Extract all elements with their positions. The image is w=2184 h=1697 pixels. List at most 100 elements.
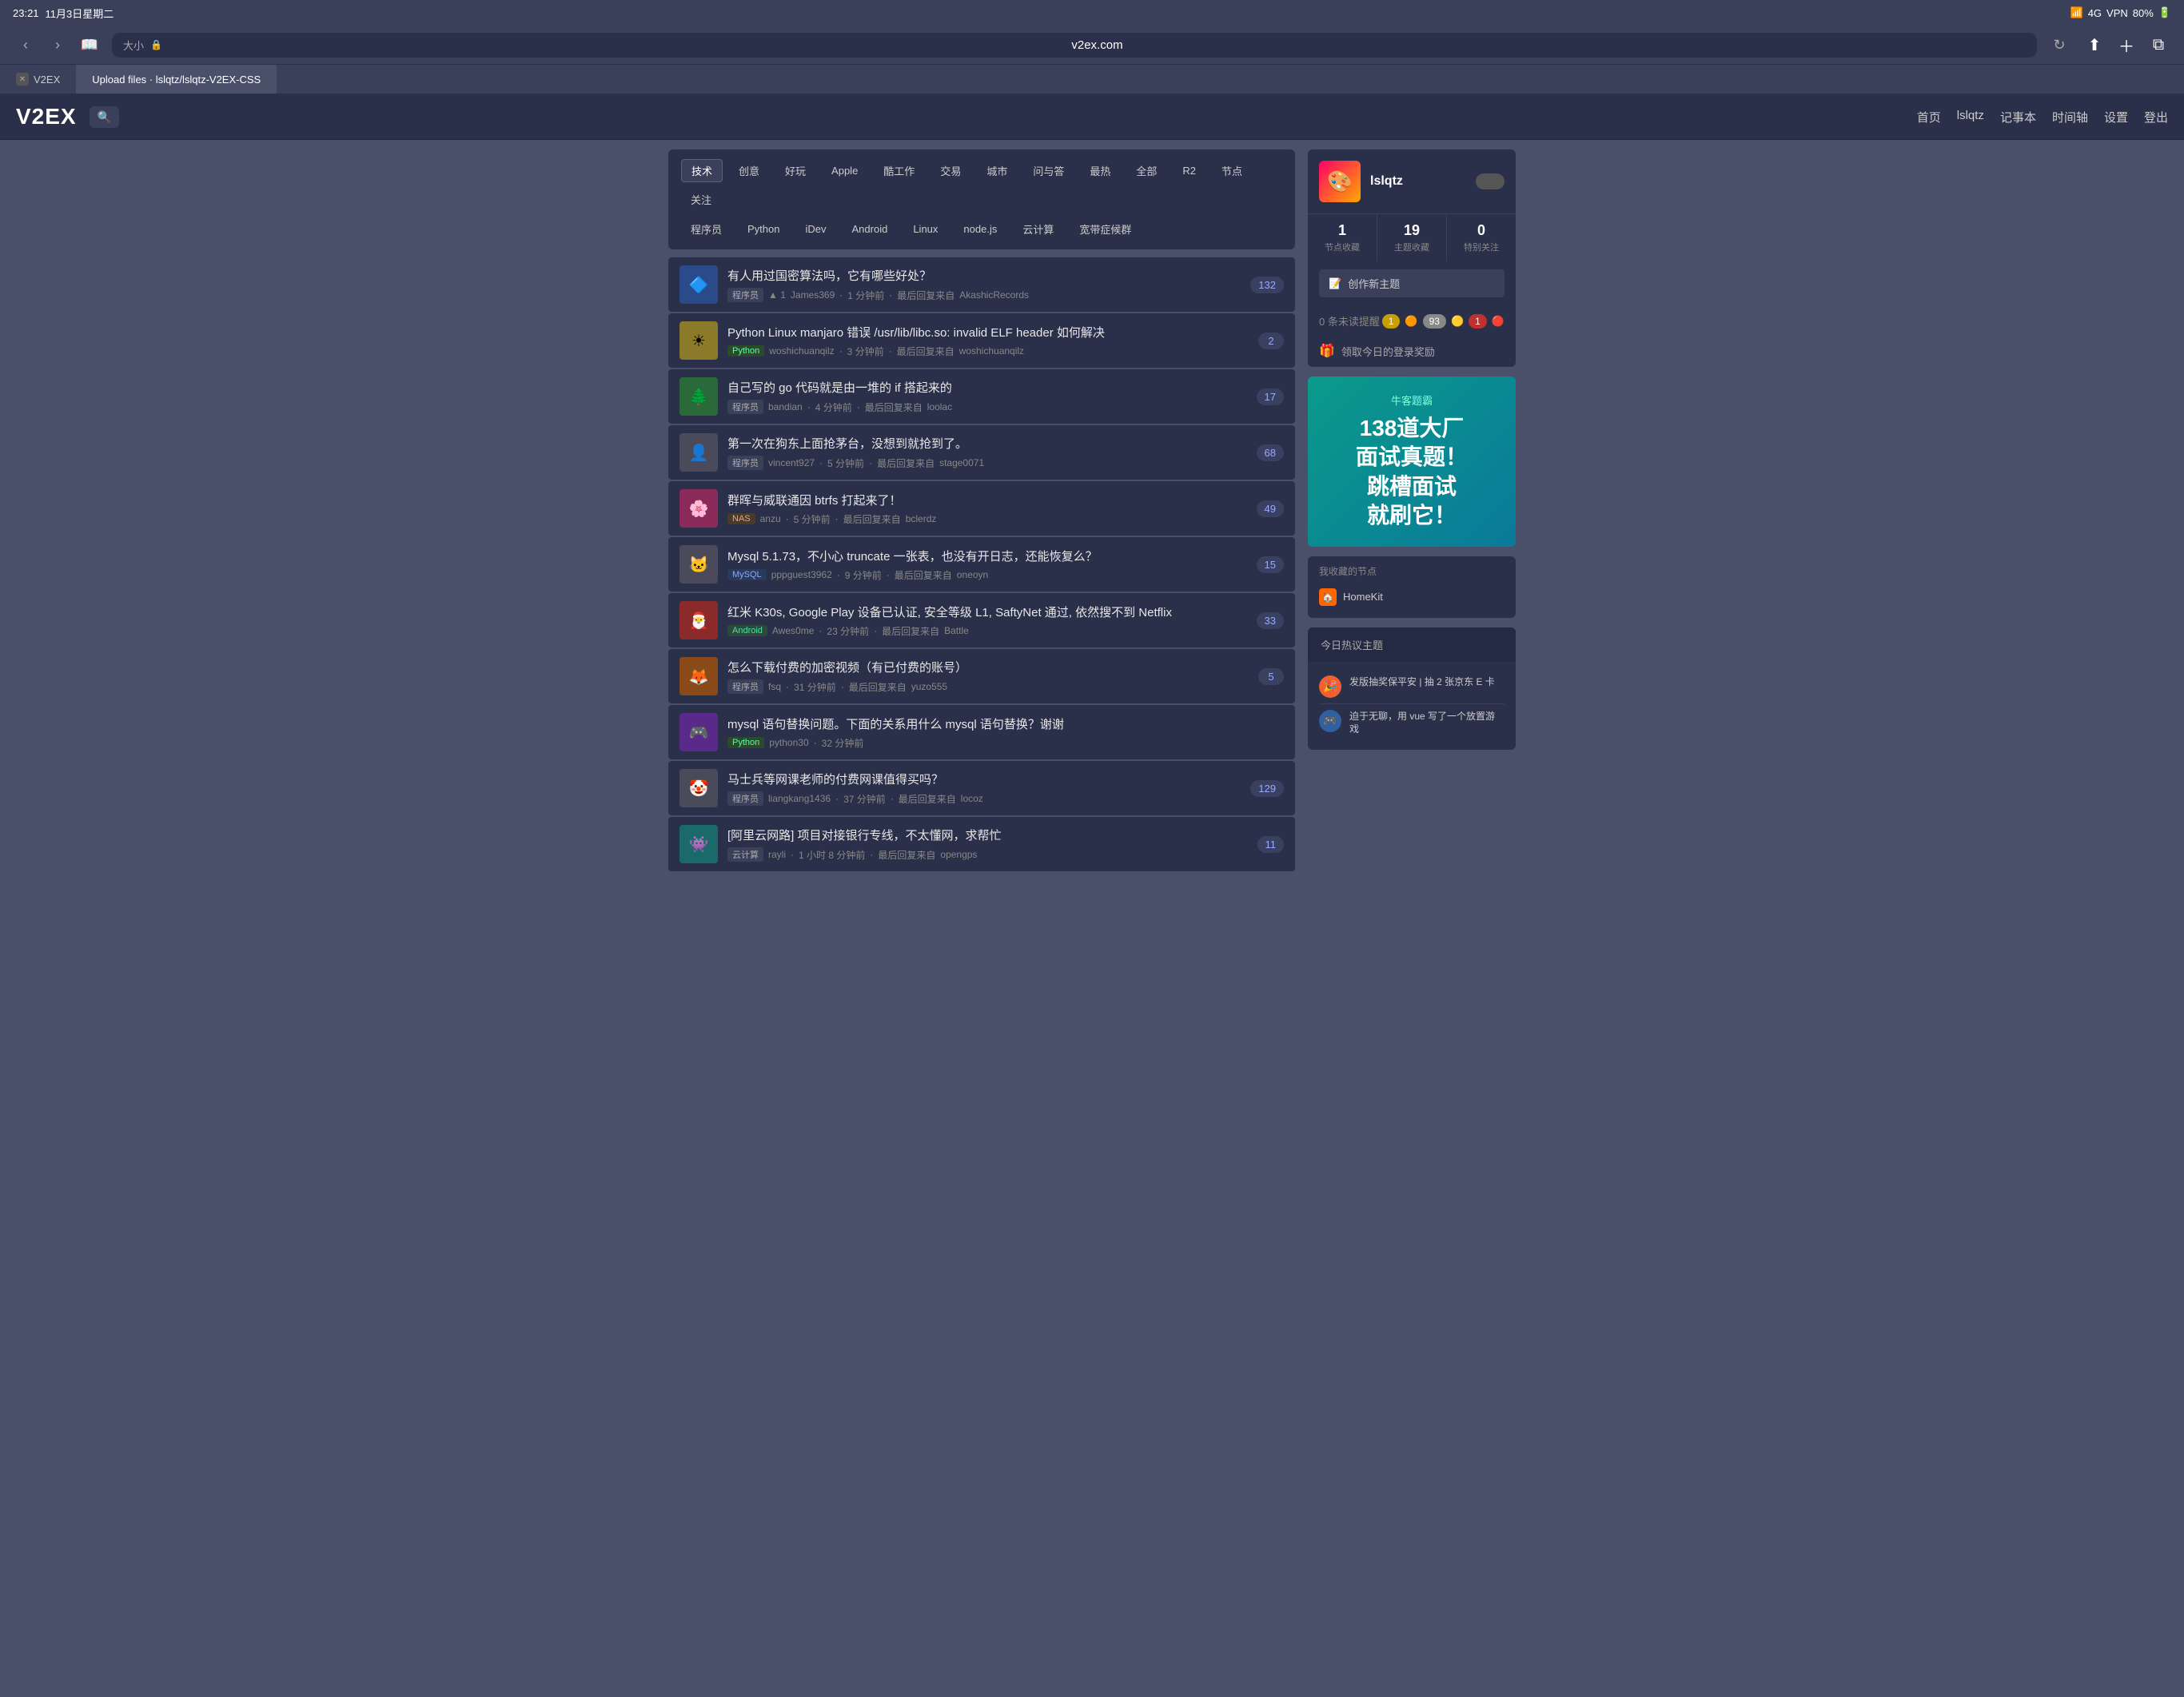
cat-tech[interactable]: 技术 — [681, 159, 723, 182]
cat-qa[interactable]: 问与答 — [1023, 160, 1074, 181]
node-tag[interactable]: Python — [727, 345, 764, 357]
last-reply-user[interactable]: Battle — [944, 625, 969, 636]
author[interactable]: pppguest3962 — [771, 569, 832, 580]
node-tag[interactable]: 程序员 — [727, 288, 763, 302]
cat-fun[interactable]: 好玩 — [775, 160, 815, 181]
site-logo[interactable]: V2EX — [16, 104, 77, 129]
topic-title[interactable]: Python Linux manjaro 错误 /usr/lib/libc.so… — [727, 324, 1249, 341]
cat-broadband[interactable]: 宽带症候群 — [1070, 218, 1141, 240]
reply-count[interactable]: 5 — [1258, 668, 1284, 685]
author[interactable]: anzu — [760, 513, 781, 524]
author[interactable]: bandian — [768, 401, 803, 412]
cat-android[interactable]: Android — [843, 220, 898, 238]
forward-button[interactable]: › — [45, 32, 70, 58]
reply-count[interactable]: 49 — [1257, 500, 1284, 517]
cat-nodes[interactable]: 节点 — [1212, 160, 1252, 181]
reply-count[interactable]: 11 — [1257, 836, 1285, 853]
cat-trade[interactable]: 交易 — [931, 160, 970, 181]
nav-timeline[interactable]: 时间轴 — [2052, 109, 2088, 125]
cat-cloud[interactable]: 云计算 — [1013, 218, 1063, 240]
nav-home[interactable]: 首页 — [1917, 109, 1941, 125]
topic-title[interactable]: Mysql 5.1.73，不小心 truncate 一张表，也没有开日志，还能恢… — [727, 548, 1247, 564]
nav-logout[interactable]: 登出 — [2144, 109, 2168, 125]
reply-count[interactable]: 68 — [1257, 444, 1284, 461]
reload-button[interactable]: ↻ — [2047, 32, 2072, 58]
tab-close-1[interactable]: ✕ — [16, 73, 29, 86]
search-bar[interactable]: 🔍 — [90, 106, 119, 128]
address-bar[interactable]: 大小 🔒 v2ex.com — [112, 33, 2037, 58]
author[interactable]: Awes0me — [772, 625, 814, 636]
topic-title[interactable]: 红米 K30s, Google Play 设备已认证, 安全等级 L1, Saf… — [727, 604, 1247, 620]
topic-title[interactable]: [阿里云网路] 项目对接银行专线，不太懂网，求帮忙 — [727, 827, 1248, 843]
author[interactable]: woshichuanqilz — [769, 345, 834, 357]
author[interactable]: vincent927 — [768, 457, 815, 468]
topic-title[interactable]: 有人用过国密算法吗，它有哪些好处？ — [727, 267, 1241, 284]
share-button[interactable]: ⬆ — [2082, 32, 2107, 58]
last-reply-user[interactable]: oneoyn — [957, 569, 988, 580]
nav-settings[interactable]: 设置 — [2104, 109, 2128, 125]
node-tag[interactable]: Android — [727, 625, 767, 636]
reply-count[interactable]: 129 — [1250, 780, 1284, 797]
cat-all[interactable]: 全部 — [1126, 160, 1166, 181]
node-tag[interactable]: Python — [727, 737, 764, 748]
node-tag[interactable]: 程序员 — [727, 456, 763, 470]
last-reply-user[interactable]: yuzo555 — [911, 681, 947, 692]
bookmarks-button[interactable]: 📖 — [77, 32, 102, 58]
tab-upload[interactable]: Upload files · lslqtz/lslqtz-V2EX-CSS — [76, 65, 277, 94]
list-item[interactable]: 🎉 发版抽奖保平安 | 抽 2 张京东 E 卡 — [1319, 670, 1504, 704]
cat-hot[interactable]: 最热 — [1080, 160, 1120, 181]
node-tag[interactable]: 程序员 — [727, 400, 763, 414]
reply-count[interactable]: 2 — [1258, 333, 1284, 349]
last-reply-user[interactable]: loolac — [927, 401, 952, 412]
last-reply-user[interactable]: locoz — [961, 793, 983, 804]
nav-notebook[interactable]: 记事本 — [2000, 109, 2036, 125]
author[interactable]: liangkang1436 — [768, 793, 831, 804]
last-reply-user[interactable]: opengps — [940, 849, 977, 860]
author[interactable]: rayli — [768, 849, 786, 860]
cat-creative[interactable]: 创意 — [729, 160, 769, 181]
cat-nodejs[interactable]: node.js — [954, 220, 1006, 238]
tab-v2ex[interactable]: ✕ V2EX — [0, 65, 76, 94]
cat-python[interactable]: Python — [738, 220, 789, 238]
cat-apple[interactable]: Apple — [822, 161, 867, 180]
nav-profile[interactable]: lslqtz — [1957, 109, 1984, 125]
reply-count[interactable]: 15 — [1257, 556, 1284, 573]
last-reply-user[interactable]: stage0071 — [939, 457, 984, 468]
cat-linux[interactable]: Linux — [903, 220, 947, 238]
cat-idev[interactable]: iDev — [796, 220, 836, 238]
topic-title[interactable]: 怎么下载付费的加密视频（有已付费的账号） — [727, 659, 1249, 675]
reply-count[interactable]: 132 — [1250, 277, 1284, 293]
cat-follow[interactable]: 关注 — [681, 189, 721, 210]
topic-title[interactable]: 第一次在狗东上面抢茅台，没想到就抢到了。 — [727, 435, 1247, 452]
ad-widget[interactable]: 牛客题霸 138道大厂 面试真题！ 跳槽面试 就刷它！ — [1308, 376, 1516, 547]
topic-title[interactable]: 群晖与威联通因 btrfs 打起来了！ — [727, 492, 1247, 508]
cat-r2[interactable]: R2 — [1173, 161, 1206, 180]
cat-jobs[interactable]: 酷工作 — [874, 160, 924, 181]
last-reply-user[interactable]: woshichuanqilz — [959, 345, 1024, 357]
topic-title[interactable]: 自己写的 go 代码就是由一堆的 if 搭起来的 — [727, 379, 1247, 396]
author[interactable]: fsq — [768, 681, 781, 692]
node-tag[interactable]: 云计算 — [727, 847, 763, 862]
node-tag[interactable]: MySQL — [727, 569, 767, 580]
toggle-switch[interactable] — [1476, 173, 1504, 189]
list-item[interactable]: 🏠 HomeKit — [1319, 584, 1504, 610]
author[interactable]: James369 — [791, 289, 835, 301]
login-reward[interactable]: 🎁 领取今日的登录奖励 — [1308, 335, 1516, 367]
cat-city[interactable]: 城市 — [977, 160, 1017, 181]
node-tag[interactable]: 程序员 — [727, 791, 763, 806]
reply-count[interactable]: 33 — [1257, 612, 1284, 629]
topic-title[interactable]: 马士兵等网课老师的付费网课值得买吗？ — [727, 771, 1241, 787]
node-tag[interactable]: NAS — [727, 513, 755, 524]
last-reply-user[interactable]: AkashicRecords — [959, 289, 1029, 301]
back-button[interactable]: ‹ — [13, 32, 38, 58]
reply-count[interactable]: 17 — [1257, 388, 1284, 405]
author[interactable]: python30 — [769, 737, 808, 748]
cat-programmer[interactable]: 程序员 — [681, 218, 731, 240]
topic-title[interactable]: mysql 语句替换问题。下面的关系用什么 mysql 语句替换？谢谢 — [727, 715, 1284, 732]
create-topic-button[interactable]: 📝 创作新主题 — [1319, 269, 1504, 297]
tabs-button[interactable]: ⧉ — [2146, 32, 2171, 58]
list-item[interactable]: 🎮 迫于无聊，用 vue 写了一个放置游戏 — [1319, 704, 1504, 743]
last-reply-user[interactable]: bclerdz — [906, 513, 937, 524]
node-tag[interactable]: 程序员 — [727, 679, 763, 694]
new-tab-button[interactable]: ＋ — [2114, 32, 2139, 58]
